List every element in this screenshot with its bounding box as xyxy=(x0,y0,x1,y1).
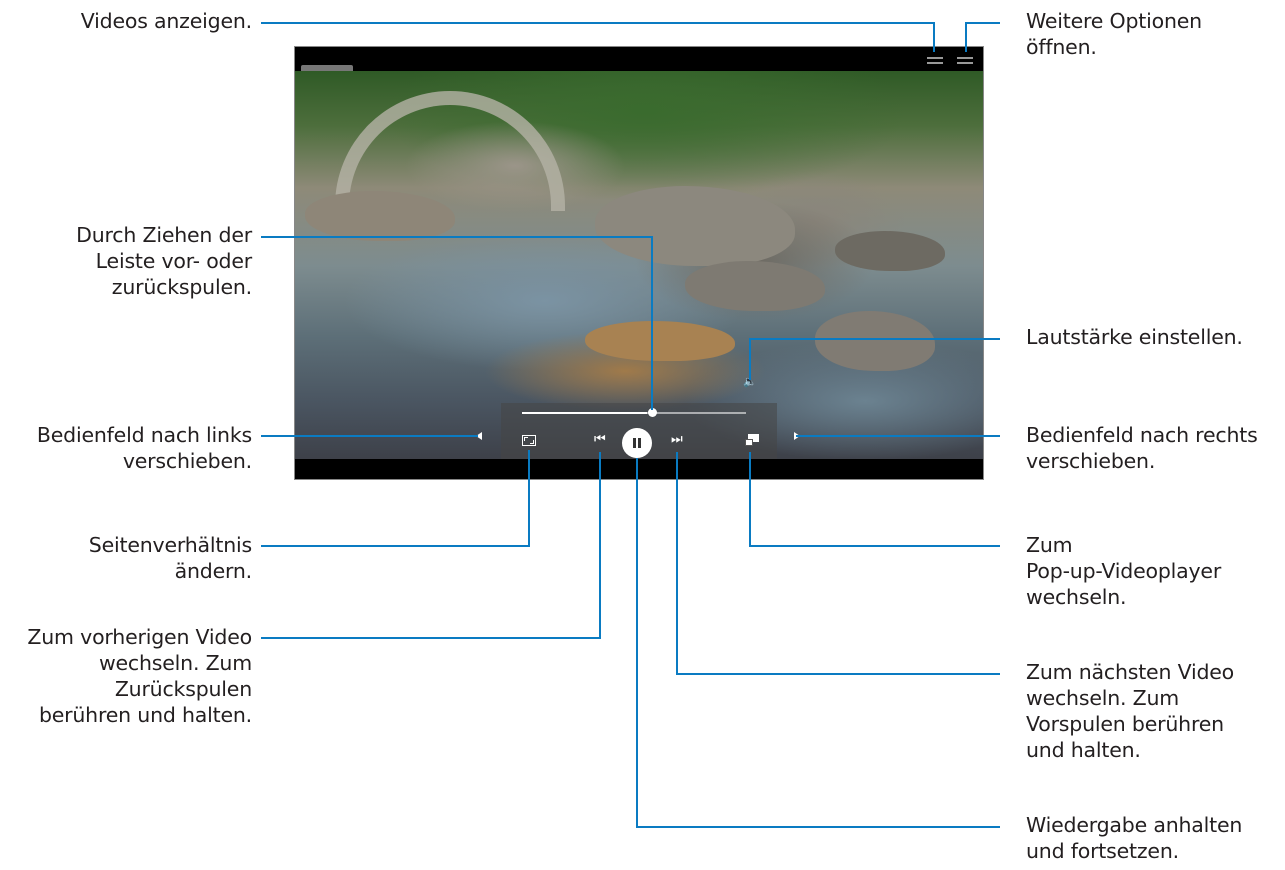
leader-videos xyxy=(261,22,935,52)
leader-seek xyxy=(261,236,653,410)
leader-volume xyxy=(749,338,1000,380)
label-prev: Zum vorherigen Video wechseln. Zum Zurüc… xyxy=(27,625,252,727)
label-pause: Wiedergabe anhalten und fortsetzen. xyxy=(1026,813,1243,863)
label-aspect: Seitenverhältnis ändern. xyxy=(88,533,252,583)
label-videos: Videos anzeigen. xyxy=(80,9,252,33)
leader-options xyxy=(965,22,1000,52)
leader-popup xyxy=(749,452,1000,547)
label-next: Zum nächsten Video wechseln. Zum Vorspul… xyxy=(1026,660,1235,762)
label-popup: Zum Pop-up-Videoplayer wechseln. xyxy=(1026,533,1222,609)
leader-aspect xyxy=(261,450,530,547)
label-options: Weitere Optionen öffnen. xyxy=(1026,9,1202,59)
label-volume: Lautstärke einstellen. xyxy=(1026,325,1243,349)
label-panel-right: Bedienfeld nach rechts verschieben. xyxy=(1026,423,1258,473)
label-seek: Durch Ziehen der Leiste vor- oder zurück… xyxy=(76,223,252,299)
leader-next xyxy=(676,452,1000,675)
leader-pause xyxy=(636,458,1000,828)
label-panel-left: Bedienfeld nach links verschieben. xyxy=(36,423,252,473)
